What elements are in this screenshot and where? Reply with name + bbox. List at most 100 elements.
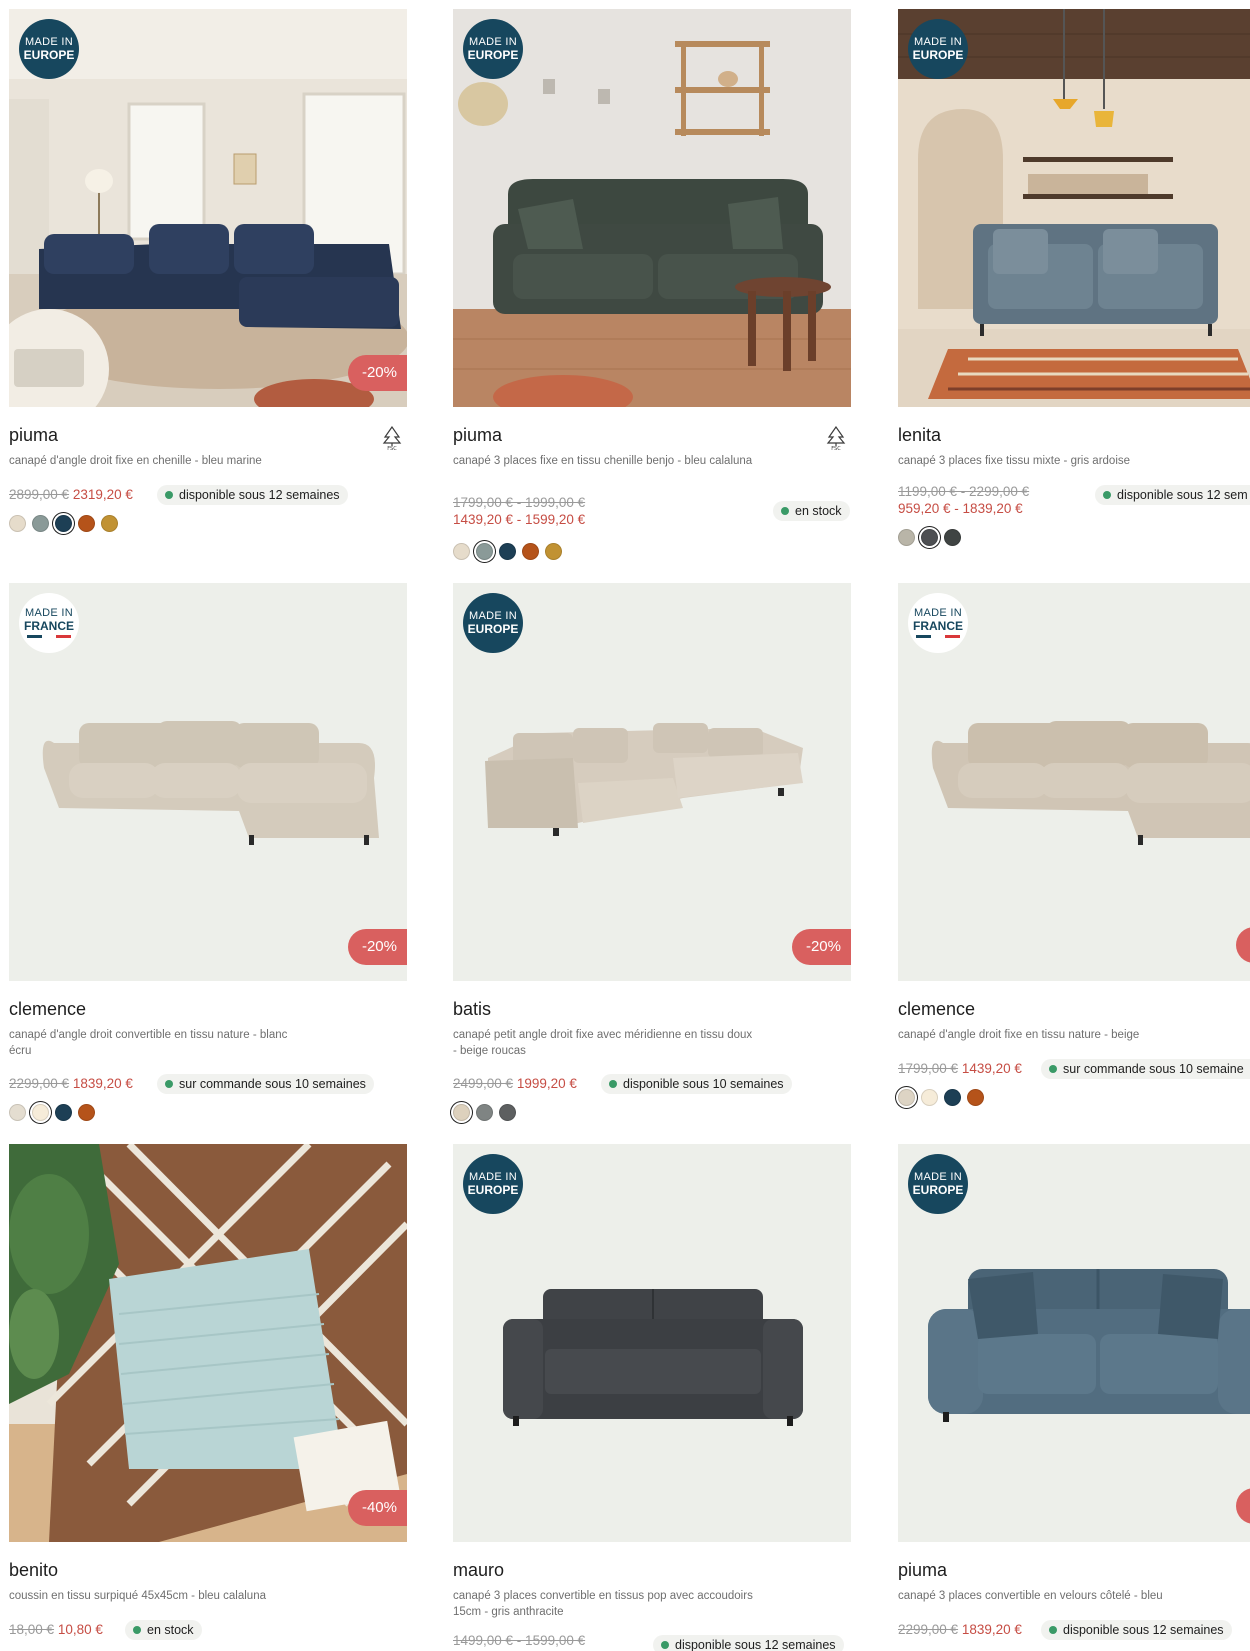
product-name[interactable]: piuma: [453, 425, 502, 446]
color-swatch[interactable]: [476, 1104, 493, 1121]
sale-price: 10,80 €: [57, 1622, 103, 1637]
color-swatch[interactable]: [476, 543, 493, 560]
product-description: canapé petit angle droit fixe avec mérid…: [453, 1029, 753, 1057]
old-price: 1499,00 € - 1599,00 €: [453, 1633, 586, 1648]
color-swatch[interactable]: [55, 515, 72, 532]
sale-price: 1439,20 €: [961, 1061, 1022, 1076]
color-swatch[interactable]: [453, 1104, 470, 1121]
discount-badge: -20%: [347, 355, 407, 391]
discount-badge: -20%: [791, 929, 851, 965]
product-name[interactable]: benito: [9, 1560, 58, 1581]
color-swatch[interactable]: [898, 1089, 915, 1106]
old-price: 1199,00 € - 2299,00 €: [898, 484, 1030, 499]
color-swatch[interactable]: [78, 1104, 95, 1121]
color-swatches: [9, 515, 118, 532]
product-image[interactable]: MADE IN FRANCE -20%: [9, 583, 407, 981]
product-name[interactable]: mauro: [453, 1560, 504, 1581]
color-swatch[interactable]: [921, 529, 938, 546]
product-image[interactable]: MADE IN EUROPE: [453, 1144, 851, 1542]
product-image[interactable]: MADE IN EUROPE -20%: [9, 9, 407, 407]
color-swatch[interactable]: [898, 529, 915, 546]
product-description: canapé 3 places convertible en tissus po…: [453, 1590, 753, 1618]
sale-price: 959,20 € - 1839,20 €: [898, 501, 1023, 516]
product-description: canapé 3 places fixe en tissu chenille b…: [453, 455, 753, 467]
color-swatch[interactable]: [921, 1089, 938, 1106]
availability-dot-icon: [1049, 1065, 1057, 1073]
price: 1499,00 € - 1599,00 €: [453, 1633, 585, 1648]
availability-dot-icon: [609, 1080, 617, 1088]
made-in-europe-badge: MADE IN EUROPE: [463, 19, 523, 79]
made-in-europe-badge: MADE IN EUROPE: [908, 19, 968, 79]
old-price: 2299,00 €: [898, 1622, 959, 1637]
stock-status: en stock: [125, 1620, 202, 1640]
product-name[interactable]: clemence: [898, 999, 975, 1020]
product-name[interactable]: batis: [453, 999, 491, 1020]
color-swatch[interactable]: [9, 515, 26, 532]
product-image[interactable]: MADE IN EUROPE: [898, 9, 1250, 407]
product-image[interactable]: MADE IN EUROPE -20%: [453, 583, 851, 981]
color-swatch[interactable]: [944, 529, 961, 546]
product-description: canapé 3 places fixe tissu mixte - gris …: [898, 455, 1131, 467]
price: 2299,00 € 1839,20 €: [9, 1076, 133, 1091]
product-card[interactable]: MADE IN EUROPE -20% batis canapé petit a…: [453, 583, 851, 1121]
color-swatch[interactable]: [32, 1104, 49, 1121]
color-swatch[interactable]: [545, 543, 562, 560]
color-swatch[interactable]: [944, 1089, 961, 1106]
product-card[interactable]: MADE IN EUROPE -20% piuma FSC canapé d'a…: [9, 9, 407, 532]
sale-price: 1999,20 €: [516, 1076, 577, 1091]
product-card[interactable]: MADE IN EUROPE mauro canapé 3 places con…: [453, 1144, 851, 1651]
product-card[interactable]: MADE IN EUROPE piuma FSC canapé 3 places…: [453, 9, 851, 560]
fsc-tree-icon: FSC: [382, 425, 402, 451]
made-in-europe-badge: MADE IN EUROPE: [19, 19, 79, 79]
product-card[interactable]: MADE IN EUROPE lenita canapé 3 places fi…: [898, 9, 1250, 546]
product-card[interactable]: MADE IN FRANCE clemence canapé d'angle d…: [898, 583, 1250, 1106]
color-swatch[interactable]: [453, 543, 470, 560]
color-swatch[interactable]: [967, 1089, 984, 1106]
discount-badge: -20%: [347, 929, 407, 965]
price: 1799,00 € 1439,20 €: [898, 1061, 1022, 1076]
color-swatches: [898, 1089, 984, 1106]
product-name[interactable]: lenita: [898, 425, 941, 446]
color-swatches: [453, 543, 562, 560]
product-name[interactable]: piuma: [9, 425, 58, 446]
color-swatch[interactable]: [522, 543, 539, 560]
product-image[interactable]: MADE IN FRANCE: [898, 583, 1250, 981]
product-name[interactable]: piuma: [898, 1560, 947, 1581]
made-in-france-badge: MADE IN FRANCE: [908, 593, 968, 653]
color-swatches: [9, 1104, 95, 1121]
fsc-tree-icon: FSC: [826, 425, 846, 451]
sale-price: 1839,20 €: [961, 1622, 1022, 1637]
cushion-photo: [9, 1144, 407, 1542]
product-name[interactable]: clemence: [9, 999, 86, 1020]
product-image[interactable]: -40%: [9, 1144, 407, 1542]
availability-dot-icon: [781, 507, 789, 515]
color-swatch[interactable]: [55, 1104, 72, 1121]
color-swatch[interactable]: [78, 515, 95, 532]
stock-status: disponible sous 12 semaines: [653, 1635, 844, 1651]
product-image[interactable]: MADE IN EUROPE: [453, 9, 851, 407]
product-card[interactable]: MADE IN EUROPE piuma canapé 3 places con…: [898, 1144, 1250, 1640]
color-swatch[interactable]: [499, 1104, 516, 1121]
stock-status: sur commande sous 10 semaine: [1041, 1059, 1250, 1079]
availability-dot-icon: [165, 1080, 173, 1088]
price: 2299,00 € 1839,20 €: [898, 1622, 1022, 1637]
color-swatch[interactable]: [499, 543, 516, 560]
discount-badge: -40%: [347, 1490, 407, 1526]
stock-status: disponible sous 10 semaines: [601, 1074, 792, 1094]
stock-status: disponible sous 12 semaines: [157, 485, 348, 505]
color-swatches: [898, 529, 961, 546]
color-swatch[interactable]: [32, 515, 49, 532]
made-in-france-badge: MADE IN FRANCE: [19, 593, 79, 653]
old-price: 1799,00 € - 1999,00 €: [453, 495, 586, 510]
stock-status: en stock: [773, 501, 850, 521]
product-card[interactable]: -40% benito coussin en tissu surpiqué 45…: [9, 1144, 407, 1640]
product-image[interactable]: MADE IN EUROPE: [898, 1144, 1250, 1542]
product-description: canapé d'angle droit fixe en chenille - …: [9, 455, 262, 467]
price: 1199,00 € - 2299,00 € 959,20 € - 1839,20…: [898, 483, 1029, 517]
old-price: 18,00 €: [9, 1622, 55, 1637]
color-swatch[interactable]: [101, 515, 118, 532]
color-swatch[interactable]: [9, 1104, 26, 1121]
product-card[interactable]: MADE IN FRANCE -20% clemence canapé d'an…: [9, 583, 407, 1121]
old-price: 1799,00 €: [898, 1061, 959, 1076]
availability-dot-icon: [133, 1626, 141, 1634]
